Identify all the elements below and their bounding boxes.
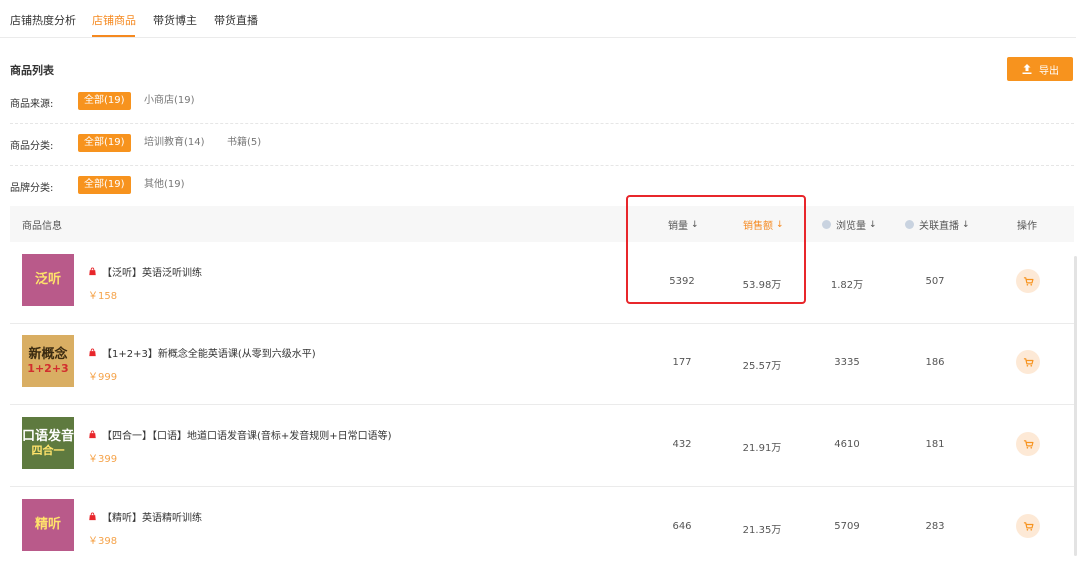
- revenue-value: 21.91万: [742, 443, 782, 454]
- column-related-live[interactable]: 关联直播 ↓: [905, 217, 970, 232]
- add-to-cart-button[interactable]: [1016, 514, 1040, 538]
- active-tab-underline: [92, 35, 135, 37]
- revenue-value: 25.57万: [742, 361, 782, 372]
- info-dot-icon: [905, 220, 914, 229]
- table-row[interactable]: 新概念 1+2+3 【1+2+3】新概念全能英语课(从零到六级水平) ￥999 177 2…: [10, 323, 1074, 405]
- shop-bag-icon: [89, 430, 96, 439]
- sort-arrow-icon: ↓: [962, 219, 970, 230]
- product-thumbnail[interactable]: 精听: [22, 499, 74, 551]
- views-value: 4610: [834, 439, 860, 450]
- product-price: ￥398: [88, 536, 118, 547]
- sales-value: 432: [672, 439, 692, 450]
- export-button[interactable]: 导出: [1007, 57, 1073, 81]
- column-product-info: 商品信息: [22, 221, 62, 232]
- revenue-value: 53.98万: [742, 280, 782, 291]
- cart-icon: [1023, 439, 1033, 449]
- table-header: 商品信息 销量 ↓ 销售额 ↓ 浏览量 ↓ 关联直播 ↓ 操作: [10, 206, 1074, 242]
- info-dot-icon: [822, 220, 831, 229]
- export-button-label: 导出: [1039, 65, 1059, 77]
- filter-chip-books[interactable]: 书籍(5): [221, 134, 267, 152]
- sort-arrow-icon: ↓: [869, 219, 877, 230]
- views-value: 1.82万: [830, 280, 864, 291]
- product-title[interactable]: 【四合一】【口语】地道口语发音课(音标+发音规则+日常口语等): [102, 427, 392, 442]
- section-title: 商品列表: [10, 64, 54, 77]
- thumbnail-subtext: 1+2+3: [27, 362, 69, 376]
- shop-bag-icon: [89, 267, 96, 276]
- tab-live-streams[interactable]: 带货直播: [214, 12, 258, 28]
- column-action: 操作: [1017, 221, 1037, 232]
- cart-icon: [1023, 521, 1033, 531]
- thumbnail-text: 精听: [34, 517, 61, 533]
- sales-value: 646: [672, 521, 692, 532]
- thumbnail-subtext: 四合一: [31, 444, 65, 458]
- cart-icon: [1023, 276, 1033, 286]
- column-sales[interactable]: 销量 ↓: [668, 217, 699, 233]
- tab-shop-products[interactable]: 店铺商品: [92, 12, 136, 28]
- thumbnail-text: 口语发音: [22, 428, 75, 444]
- filter-chip-mini-shop[interactable]: 小商店(19): [138, 92, 201, 110]
- tab-promoters[interactable]: 带货博主: [153, 12, 197, 28]
- filter-row-source: 商品来源: 全部(19) 小商店(19): [10, 82, 1074, 124]
- table-row[interactable]: 精听 【精听】英语精听训练 ￥398 646 21.35万 5709 283: [10, 487, 1074, 561]
- scrollbar[interactable]: [1074, 256, 1077, 556]
- filter-chip-all[interactable]: 全部(19): [78, 134, 131, 152]
- sort-arrow-icon: ↓: [691, 219, 699, 230]
- revenue-value: 21.35万: [742, 525, 782, 536]
- upload-icon: [1022, 64, 1032, 74]
- filter-chip-education[interactable]: 培训教育(14): [138, 134, 211, 152]
- filter-label: 品牌分类:: [10, 183, 54, 194]
- thumbnail-text: 新概念: [28, 346, 68, 362]
- product-title[interactable]: 【精听】英语精听训练: [102, 509, 202, 524]
- filter-row-category: 商品分类: 全部(19) 培训教育(14) 书籍(5): [10, 124, 1074, 166]
- cart-icon: [1023, 357, 1033, 367]
- related-live-value: 181: [925, 439, 945, 450]
- filter-label: 商品分类:: [10, 141, 54, 152]
- filter-chip-other[interactable]: 其他(19): [138, 176, 191, 194]
- related-live-value: 507: [925, 276, 945, 287]
- table-row[interactable]: 口语发音 四合一 【四合一】【口语】地道口语发音课(音标+发音规则+日常口语等) ￥3…: [10, 405, 1074, 487]
- related-live-value: 283: [925, 521, 945, 532]
- sales-value: 177: [672, 357, 692, 368]
- views-value: 5709: [834, 521, 860, 532]
- product-thumbnail[interactable]: 口语发音 四合一: [22, 417, 74, 469]
- product-title[interactable]: 【泛听】英语泛听训练: [102, 264, 202, 279]
- product-title[interactable]: 【1+2+3】新概念全能英语课(从零到六级水平): [102, 345, 316, 360]
- tab-shop-heat-analysis[interactable]: 店铺热度分析: [10, 12, 76, 28]
- table-row[interactable]: 泛听 【泛听】英语泛听训练 ￥158 5392 53.98万 1.82万 507: [10, 242, 1074, 324]
- sort-arrow-icon: ↓: [776, 219, 784, 230]
- product-price: ￥158: [88, 291, 118, 302]
- sales-value: 5392: [669, 276, 695, 287]
- tab-bar: 店铺热度分析 店铺商品 带货博主 带货直播: [0, 0, 1076, 38]
- add-to-cart-button[interactable]: [1016, 432, 1040, 456]
- column-views[interactable]: 浏览量 ↓: [822, 217, 877, 232]
- filter-row-brand: 品牌分类: 全部(19) 其他(19): [10, 166, 1074, 208]
- filter-label: 商品来源:: [10, 99, 54, 110]
- filter-chip-all[interactable]: 全部(19): [78, 92, 131, 110]
- product-thumbnail[interactable]: 新概念 1+2+3: [22, 335, 74, 387]
- product-thumbnail[interactable]: 泛听: [22, 254, 74, 306]
- add-to-cart-button[interactable]: [1016, 350, 1040, 374]
- column-revenue[interactable]: 销售额 ↓: [743, 217, 784, 233]
- product-price: ￥399: [88, 454, 118, 465]
- product-price: ￥999: [88, 372, 118, 383]
- related-live-value: 186: [925, 357, 945, 368]
- shop-bag-icon: [89, 512, 96, 521]
- add-to-cart-button[interactable]: [1016, 269, 1040, 293]
- thumbnail-text: 泛听: [34, 272, 61, 288]
- filter-chip-all[interactable]: 全部(19): [78, 176, 131, 194]
- shop-bag-icon: [89, 348, 96, 357]
- views-value: 3335: [834, 357, 860, 368]
